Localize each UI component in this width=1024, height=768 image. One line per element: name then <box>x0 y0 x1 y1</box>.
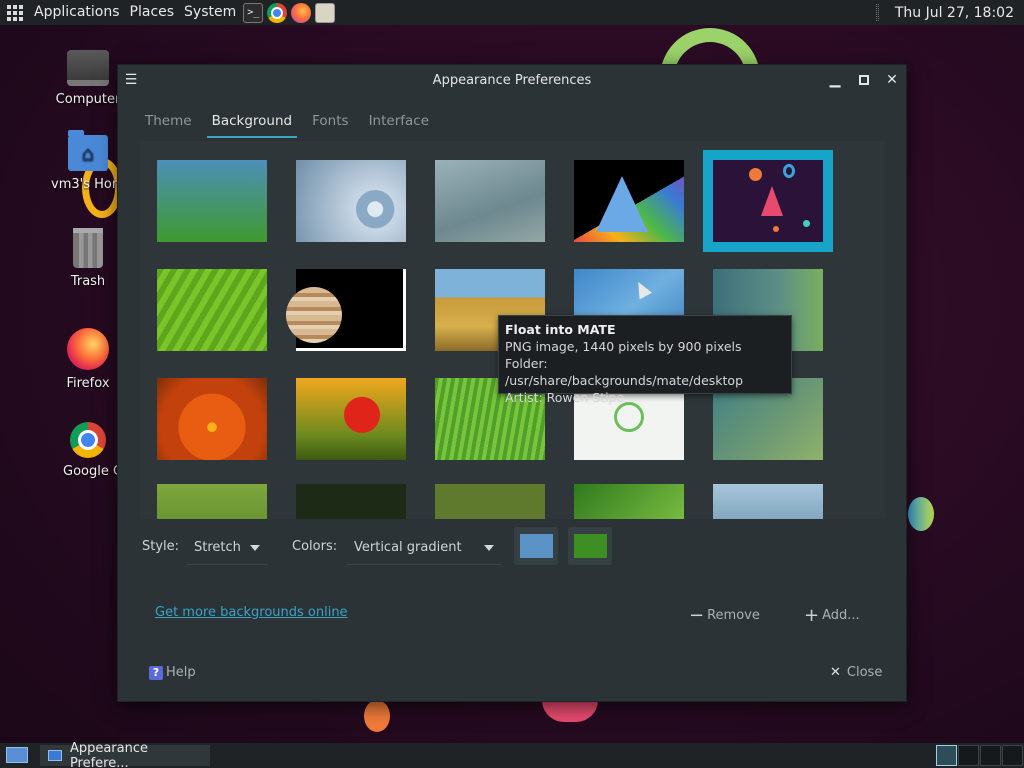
show-desktop-icon[interactable] <box>6 747 28 763</box>
window-menu-icon[interactable]: ☰ <box>118 72 144 88</box>
chrome-icon[interactable] <box>267 2 288 23</box>
titlebar[interactable]: ☰ Appearance Preferences ▁ ✕ <box>118 65 906 95</box>
wallpaper-thumbnail[interactable] <box>296 160 406 242</box>
secondary-color-swatch <box>573 534 607 558</box>
firefox-icon <box>67 328 109 370</box>
close-window-button[interactable]: ✕ <box>878 65 906 95</box>
close-button[interactable]: ✕ Close <box>830 665 882 680</box>
workspace-2[interactable] <box>958 745 979 766</box>
wallpaper-art <box>783 164 795 178</box>
help-icon: ? <box>149 665 163 680</box>
secondary-color-button[interactable] <box>568 527 612 565</box>
style-label: Style: <box>142 539 180 554</box>
tab-interface[interactable]: Interface <box>364 109 434 138</box>
wallpaper-thumbnail-selected[interactable] <box>703 150 833 252</box>
close-icon: ✕ <box>830 665 841 680</box>
wallpaper-thumbnail[interactable] <box>435 484 545 519</box>
wallpaper-art <box>749 168 762 181</box>
wallpaper-thumbnail[interactable] <box>435 160 545 242</box>
tab-fonts[interactable]: Fonts <box>307 109 353 138</box>
wallpaper-thumbnail[interactable] <box>157 160 267 242</box>
colors-value: Vertical gradient <box>354 540 462 555</box>
primary-color-button[interactable] <box>514 527 558 565</box>
wallpaper-thumbnail[interactable] <box>574 160 684 242</box>
wallpaper-blob <box>542 700 598 722</box>
wallpaper-thumbnail[interactable] <box>157 378 267 460</box>
remove-button[interactable]: − Remove <box>689 605 760 626</box>
remove-label: Remove <box>707 608 760 623</box>
wallpaper-blob <box>364 700 390 732</box>
wallpaper-blob <box>908 497 934 531</box>
workspace-4[interactable] <box>1002 745 1023 766</box>
computer-icon <box>67 50 109 86</box>
wallpaper-art <box>761 186 783 216</box>
primary-color-swatch <box>519 534 553 558</box>
wallpaper-art <box>286 287 342 343</box>
help-label: Help <box>166 665 196 680</box>
wallpaper-art <box>803 220 810 227</box>
applications-menu[interactable]: Applications <box>29 0 125 25</box>
taskbar-window-label: Appearance Prefere... <box>69 740 148 768</box>
firefox-icon[interactable] <box>291 2 312 23</box>
clock[interactable]: Thu Jul 27, 18:02 <box>895 5 1024 21</box>
tooltip-dimensions: PNG image, 1440 pixels by 900 pixels <box>505 339 742 354</box>
window-icon <box>48 750 62 761</box>
chevron-down-icon <box>484 544 494 551</box>
tooltip-title: Float into MATE <box>505 322 616 337</box>
workspace-3[interactable] <box>980 745 1001 766</box>
plus-icon: + <box>804 605 820 626</box>
wallpaper-thumbnail[interactable] <box>286 269 406 351</box>
appearance-preferences-dialog: ☰ Appearance Preferences ▁ ✕ Theme Backg… <box>117 64 907 702</box>
get-more-backgrounds-link[interactable]: Get more backgrounds online <box>155 605 348 620</box>
places-menu[interactable]: Places <box>125 0 180 25</box>
add-label: Add... <box>822 608 860 623</box>
wallpaper-thumbnail[interactable] <box>157 484 267 519</box>
workspace-1[interactable] <box>936 745 957 766</box>
home-folder-icon <box>68 130 108 171</box>
tab-background[interactable]: Background <box>206 109 298 138</box>
wallpaper-thumbnail[interactable] <box>574 484 684 519</box>
minimize-button[interactable]: ▁ <box>821 65 849 95</box>
style-combobox[interactable]: Stretch <box>186 531 268 565</box>
wallpaper-tooltip: Float into MATE PNG image, 1440 pixels b… <box>498 315 792 405</box>
wallpaper-thumbnail[interactable] <box>157 269 267 351</box>
system-menu[interactable]: System <box>179 0 241 25</box>
colors-label: Colors: <box>292 539 338 554</box>
wallpaper-thumbnail[interactable] <box>296 484 406 519</box>
chevron-down-icon <box>250 544 260 551</box>
desktop-icon-label: vm3's Home <box>51 177 126 192</box>
wallpaper-art <box>596 176 648 232</box>
trash-icon <box>73 228 103 268</box>
file-manager-icon[interactable] <box>315 2 336 23</box>
wallpaper-art <box>773 226 779 232</box>
window-title: Appearance Preferences <box>432 72 592 88</box>
tooltip-artist: Artist: Rowen Stipe <box>505 390 625 405</box>
taskbar-window-button[interactable]: Appearance Prefere... <box>40 741 210 768</box>
tab-theme[interactable]: Theme <box>140 109 197 138</box>
chrome-icon <box>70 422 106 458</box>
bottom-panel: Appearance Prefere... <box>0 741 1024 768</box>
style-value: Stretch <box>194 540 241 555</box>
wallpaper-art <box>614 402 644 432</box>
wallpaper-thumbnail[interactable] <box>296 378 406 460</box>
colors-combobox[interactable]: Vertical gradient <box>346 531 502 565</box>
close-label: Close <box>846 665 883 680</box>
maximize-button[interactable] <box>850 65 878 95</box>
terminal-icon[interactable]: >_ <box>243 2 264 23</box>
background-options-row: Style: Stretch Colors: Vertical gradient <box>118 531 906 565</box>
wallpaper-thumbnail[interactable] <box>713 484 823 519</box>
tab-bar: Theme Background Fonts Interface <box>140 109 444 138</box>
applications-grid-icon[interactable] <box>7 4 23 21</box>
minus-icon: − <box>689 605 705 626</box>
help-button[interactable]: ? Help <box>149 665 196 680</box>
panel-separator <box>875 4 879 21</box>
tooltip-folder: Folder: /usr/share/backgrounds/mate/desk… <box>505 356 744 388</box>
top-panel: Applications Places System >_ Thu Jul 27… <box>0 0 1024 25</box>
add-button[interactable]: + Add... <box>804 605 860 626</box>
